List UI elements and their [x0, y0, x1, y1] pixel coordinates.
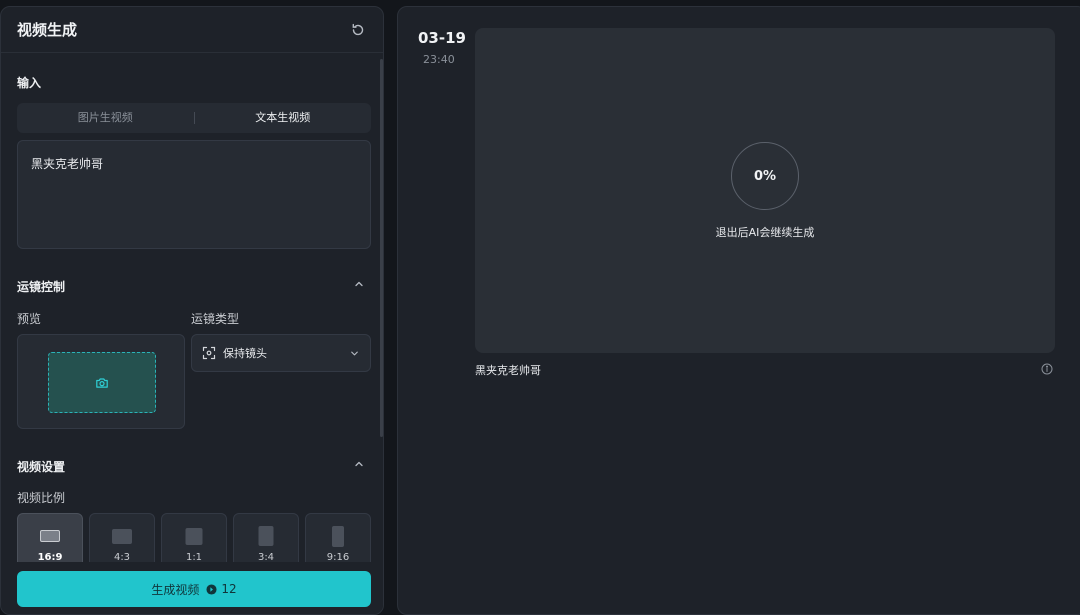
progress-ring: 0% — [731, 142, 799, 210]
panel-title: 视频生成 — [17, 21, 78, 39]
ratio-1-1-icon — [185, 528, 203, 545]
ratio-options: 16:9 4:3 1:1 3:4 9:16 — [17, 513, 371, 562]
settings-scroll-area[interactable]: 输入 图片生视频 文本生视频 黑夹克老帅哥 运镜控制 预览 运镜类型 保持镜头 … — [1, 54, 371, 562]
result-date: 03-19 — [418, 29, 466, 47]
info-icon[interactable] — [1041, 363, 1053, 375]
prompt-input[interactable]: 黑夹克老帅哥 — [17, 140, 371, 249]
reset-icon[interactable] — [350, 22, 366, 38]
camera-type-label: 运镜类型 — [191, 312, 240, 326]
preview-label: 预览 — [17, 312, 42, 326]
ratio-option-label: 1:1 — [185, 552, 203, 562]
ratio-9-16-icon — [332, 526, 344, 547]
ratio-option-label: 16:9 — [37, 552, 63, 562]
app-root: 视频生成 输入 图片生视频 文本生视频 黑夹克老帅哥 运镜控制 预览 运镜类型 — [0, 0, 1080, 615]
camera-type-select[interactable]: 保持镜头 — [191, 334, 371, 372]
ratio-option-label: 3:4 — [257, 552, 275, 562]
result-time: 23:40 — [423, 53, 455, 66]
chevron-down-icon — [351, 351, 358, 355]
camera-icon — [96, 377, 108, 388]
camera-preview — [17, 334, 185, 429]
video-caption: 黑夹克老帅哥 — [475, 364, 541, 377]
focus-frame-icon — [202, 346, 216, 360]
panel-header: 视频生成 — [1, 7, 383, 53]
progress-note: 退出后AI会继续生成 — [715, 226, 815, 239]
ratio-option-label: 4:3 — [113, 552, 131, 562]
credit-count: 12 — [221, 582, 237, 596]
collapse-chevron-icon[interactable] — [353, 458, 365, 470]
mode-tabs: 图片生视频 文本生视频 — [17, 103, 371, 133]
ratio-label: 视频比例 — [17, 491, 66, 505]
generate-button-label: 生成视频 — [151, 582, 200, 597]
ratio-option-3-4[interactable]: 3:4 — [233, 513, 299, 562]
ratio-4-3-icon — [112, 529, 132, 544]
ratio-3-4-icon — [258, 526, 274, 546]
video-result-card[interactable]: 0% 退出后AI会继续生成 — [475, 28, 1055, 353]
video-settings-label: 视频设置 — [17, 460, 66, 474]
input-section-label: 输入 — [17, 76, 42, 90]
credit-icon — [206, 583, 217, 595]
ratio-option-9-16[interactable]: 9:16 — [305, 513, 371, 562]
tab-image-to-video[interactable]: 图片生视频 — [17, 103, 194, 133]
collapse-chevron-icon[interactable] — [353, 278, 365, 290]
progress-percent: 0% — [753, 168, 777, 184]
camera-control-label: 运镜控制 — [17, 280, 66, 294]
camera-type-value: 保持镜头 — [223, 347, 267, 360]
result-panel: 03-19 23:40 0% 退出后AI会继续生成 黑夹克老帅哥 — [397, 6, 1080, 615]
video-generation-panel: 视频生成 输入 图片生视频 文本生视频 黑夹克老帅哥 运镜控制 预览 运镜类型 — [0, 6, 384, 615]
ratio-option-4-3[interactable]: 4:3 — [89, 513, 155, 562]
ratio-option-16-9[interactable]: 16:9 — [17, 513, 83, 562]
ratio-option-label: 9:16 — [326, 552, 350, 562]
generate-video-button[interactable]: 生成视频 12 — [17, 571, 371, 607]
preview-frame — [48, 352, 156, 413]
tab-text-to-video[interactable]: 文本生视频 — [195, 103, 372, 133]
ratio-16-9-icon — [40, 530, 60, 542]
ratio-option-1-1[interactable]: 1:1 — [161, 513, 227, 562]
scrollbar[interactable] — [380, 59, 383, 437]
